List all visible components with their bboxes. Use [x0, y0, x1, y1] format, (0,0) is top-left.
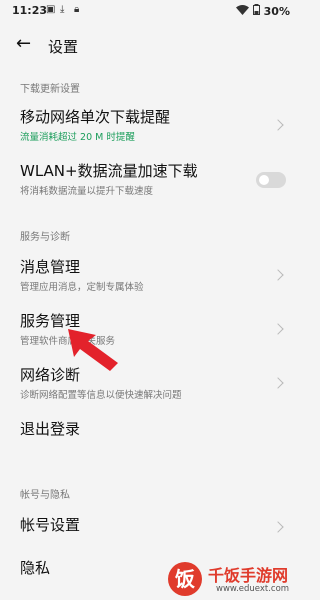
notification-icon: ▣ [46, 4, 56, 15]
wifi-icon [235, 4, 249, 18]
setting-subtitle: 将消耗数据流量以提升下载速度 [20, 186, 154, 197]
status-time: 11:23 [12, 4, 48, 17]
setting-wlan-boost[interactable]: WLAN+数据流量加速下载 将消耗数据流量以提升下载速度 [0, 156, 300, 202]
watermark-logo: 饭 [168, 562, 202, 596]
watermark-url: www.eduext.com [216, 584, 290, 594]
setting-network-diagnostics[interactable]: 网络诊断 诊断网络配置等信息以便快速解决问题 [0, 360, 300, 406]
battery-percent: 30% [263, 4, 290, 18]
setting-title: 消息管理 [20, 258, 81, 276]
app-header: ← 设置 [0, 30, 300, 60]
setting-mobile-download-reminder[interactable]: 移动网络单次下载提醒 流量消耗超过 20 M 时提醒 [0, 102, 300, 148]
page-title: 设置 [48, 38, 79, 56]
chevron-right-icon [272, 521, 284, 533]
setting-title: 退出登录 [20, 420, 81, 438]
back-arrow-icon[interactable]: ← [16, 34, 31, 54]
setting-logout[interactable]: 退出登录 [0, 414, 300, 444]
setting-title: WLAN+数据流量加速下载 [20, 162, 198, 180]
lock-icon: 🔒︎ [74, 4, 80, 15]
setting-service-management[interactable]: 服务管理 管理软件商店相关服务 [0, 306, 300, 352]
section-account-privacy: 帐号与隐私 [20, 490, 70, 501]
setting-message-management[interactable]: 消息管理 管理应用消息，定制专属体验 [0, 252, 300, 298]
setting-subtitle: 诊断网络配置等信息以便快速解决问题 [20, 390, 182, 401]
chevron-right-icon [272, 269, 284, 281]
chevron-right-icon [272, 377, 284, 389]
setting-title: 帐号设置 [20, 516, 81, 534]
chevron-right-icon [272, 119, 284, 131]
battery-icon [252, 4, 260, 18]
watermark: 饭 千饭手游网 www.eduext.com [164, 560, 300, 600]
setting-account[interactable]: 帐号设置 [0, 510, 300, 540]
setting-subtitle: 流量消耗超过 20 M 时提醒 [20, 132, 135, 143]
setting-title: 隐私 [20, 559, 51, 577]
setting-title: 移动网络单次下载提醒 [20, 108, 171, 126]
toggle-knob [259, 175, 269, 185]
download-icon: ⤓ [60, 4, 65, 15]
setting-subtitle: 管理应用消息，定制专属体验 [20, 282, 144, 293]
section-service-diagnostics: 服务与诊断 [20, 232, 70, 243]
status-right: 30% [235, 4, 290, 18]
watermark-name: 千饭手游网 [208, 566, 289, 585]
wlan-boost-toggle[interactable] [256, 172, 286, 188]
red-pointer-arrow-icon [68, 329, 118, 371]
chevron-right-icon [272, 323, 284, 335]
status-bar: 11:23 ▣ ⤓ 🔒︎ 30% [0, 0, 300, 22]
section-download-settings: 下载更新设置 [20, 84, 80, 95]
